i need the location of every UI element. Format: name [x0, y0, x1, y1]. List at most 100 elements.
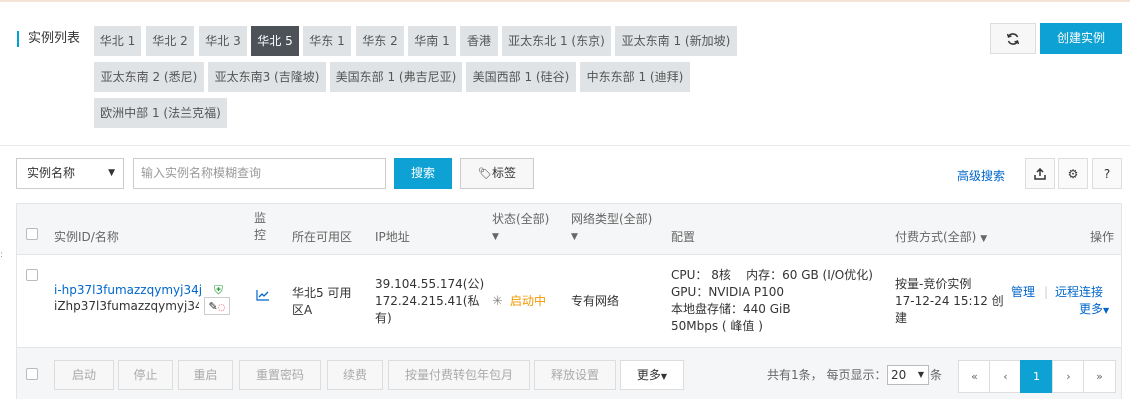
page-title: 实例列表	[17, 31, 80, 47]
row-checkbox[interactable]	[26, 269, 38, 281]
zone-cell: 华北5 可用区A	[292, 286, 352, 317]
first-page-button[interactable]: «	[958, 360, 991, 393]
tag-icon: 🏷	[478, 167, 492, 180]
remote-connect-link[interactable]: 远程连接	[1055, 284, 1103, 301]
region-tab-huadong2[interactable]: 华东 2	[356, 26, 404, 56]
caret-down-icon: ▼	[980, 234, 988, 244]
filter-select[interactable]: 实例名称 ▼	[16, 158, 124, 189]
last-page-button[interactable]: »	[1083, 360, 1116, 393]
divider	[0, 145, 1130, 146]
header-billing-label: 付费方式(全部)	[895, 230, 977, 244]
caret-down-icon: ▼	[571, 232, 578, 242]
total-count-text: 共有1条， 每页显示：	[767, 368, 887, 382]
renew-button[interactable]: 续费	[327, 360, 383, 390]
footer-select-all-checkbox[interactable]	[26, 368, 38, 380]
header-network-label: 网络类型(全部)	[571, 212, 653, 226]
region-tab-siliconvalley[interactable]: 美国西部 1 (硅谷)	[466, 62, 576, 92]
reset-password-button[interactable]: 重置密码	[239, 360, 321, 390]
caret-down-icon: ▼	[660, 372, 668, 381]
more-actions-link[interactable]: 更多▼	[1079, 301, 1109, 319]
caret-down-icon: ▼	[917, 370, 924, 379]
create-instance-button[interactable]: 创建实例	[1040, 23, 1122, 54]
help-label: ?	[1103, 166, 1111, 181]
caret-down-icon: ▼	[1103, 306, 1110, 315]
prev-page-button[interactable]: ‹	[989, 360, 1022, 393]
region-tab-huadong1[interactable]: 华东 1	[303, 26, 351, 56]
more-actions-label: 更多	[1079, 302, 1104, 316]
ip-private: 172.24.215.41(私有)	[375, 294, 480, 325]
manage-link[interactable]: 管理	[1011, 284, 1035, 301]
caret-down-icon: ▼	[492, 232, 499, 242]
export-button[interactable]	[1025, 158, 1055, 189]
header-network[interactable]: 网络类型(全部) ▼	[571, 210, 652, 246]
pencil-icon: ✎	[208, 300, 218, 313]
status-badge: 启动中	[510, 294, 547, 308]
refresh-icon	[1006, 32, 1020, 45]
region-tab-huabei2[interactable]: 华北 2	[146, 26, 194, 56]
header-config: 配置	[671, 230, 696, 244]
tag-label: 标签	[491, 166, 516, 180]
header-monitor: 监控	[254, 211, 267, 242]
select-all-checkbox[interactable]	[26, 228, 38, 240]
settings-button[interactable]: ⚙	[1058, 158, 1088, 189]
edit-name-button[interactable]: ✎◌	[204, 297, 230, 315]
header-status-label: 状态(全部)	[492, 212, 550, 226]
instance-id-link[interactable]: i-hp37l3fumazzqymyj34j	[54, 282, 202, 299]
search-button[interactable]: 搜索	[394, 158, 452, 189]
next-page-button[interactable]: ›	[1052, 360, 1085, 393]
instance-table: 实例ID/名称 监控 所在可用区 IP地址 状态(全部) ▼ 网络类型(全部) …	[16, 203, 1122, 399]
page-size-select[interactable]: 20 ▼	[887, 365, 929, 385]
monitor-button[interactable]	[256, 289, 270, 306]
header-id-name: 实例ID/名称	[54, 230, 119, 244]
region-tab-huabei3[interactable]: 华北 3	[199, 26, 247, 56]
region-tab-hongkong[interactable]: 香港	[460, 26, 498, 56]
config-cpu-memory: CPU： 8核 内存：60 GB (I/O优化)	[671, 268, 873, 282]
table-row: i-hp37l3fumazzqymyj34j iZhp37l3fumazzqym…	[17, 255, 1121, 348]
region-tab-frankfurt[interactable]: 欧洲中部 1 (法兰克福)	[94, 98, 227, 128]
region-tab-virginia[interactable]: 美国东部 1 (弗吉尼亚)	[330, 62, 462, 92]
refresh-button[interactable]	[990, 23, 1036, 54]
action-separator: |	[1044, 285, 1049, 299]
config-storage: 本地盘存储：440 GiB	[671, 302, 791, 316]
billing-type: 按量-竞价实例	[895, 277, 972, 291]
header-actions: 操作	[1090, 230, 1115, 244]
instance-name: iZhp37l3fumazzqymyj34j...	[54, 299, 199, 313]
region-tab-huabei5[interactable]: 华北 5	[251, 26, 299, 56]
region-tab-tokyo[interactable]: 亚太东北 1 (东京)	[502, 26, 611, 56]
chart-icon	[256, 290, 269, 301]
config-gpu: GPU：NVIDIA P100	[671, 285, 784, 299]
header-zone: 所在可用区	[292, 230, 353, 244]
export-icon	[1034, 167, 1046, 180]
page-size-value: 20	[891, 368, 907, 382]
help-button[interactable]: ?	[1092, 158, 1122, 189]
page-1-button[interactable]: 1	[1020, 360, 1053, 393]
region-tab-sydney[interactable]: 亚太东南 2 (悉尼)	[94, 62, 204, 92]
region-tab-huanan1[interactable]: 华南 1	[408, 26, 456, 56]
restart-button[interactable]: 重启	[178, 360, 233, 390]
page-size-unit: 条	[930, 368, 943, 382]
header-status[interactable]: 状态(全部) ▼	[492, 210, 549, 246]
top-accent-line	[0, 0, 1130, 2]
filter-select-value: 实例名称	[27, 166, 76, 180]
header-ip: IP地址	[375, 230, 410, 244]
region-tab-dubai[interactable]: 中东东部 1 (迪拜)	[580, 62, 690, 92]
release-settings-button[interactable]: 释放设置	[534, 360, 616, 390]
search-input[interactable]: 输入实例名称模糊查询	[133, 158, 386, 189]
tag-button[interactable]: 🏷标签	[460, 158, 534, 189]
advanced-search-link[interactable]: 高级搜索	[957, 167, 1005, 184]
header-billing[interactable]: 付费方式(全部) ▼	[895, 228, 987, 248]
convert-billing-button[interactable]: 按量付费转包年包月	[388, 360, 530, 390]
table-footer: 启动 停止 重启 重置密码 续费 按量付费转包年包月 释放设置 更多▼ 共有1条…	[17, 348, 1121, 399]
region-tab-kualalumpur[interactable]: 亚太东南3 (吉隆坡)	[208, 62, 326, 92]
more-button[interactable]: 更多▼	[620, 360, 684, 390]
region-tab-huabei1[interactable]: 华北 1	[94, 26, 141, 56]
region-tab-singapore[interactable]: 亚太东南 1 (新加坡)	[615, 26, 737, 56]
gear-icon: ⚙	[1067, 166, 1079, 181]
table-header: 实例ID/名称 监控 所在可用区 IP地址 状态(全部) ▼ 网络类型(全部) …	[17, 204, 1121, 255]
caret-down-icon: ▼	[108, 168, 115, 178]
start-button[interactable]: 启动	[54, 360, 114, 390]
more-button-label: 更多	[636, 368, 661, 382]
network-type: 专有网络	[571, 294, 620, 308]
loading-spinner-icon: ✳	[492, 294, 503, 309]
stop-button[interactable]: 停止	[118, 360, 173, 390]
